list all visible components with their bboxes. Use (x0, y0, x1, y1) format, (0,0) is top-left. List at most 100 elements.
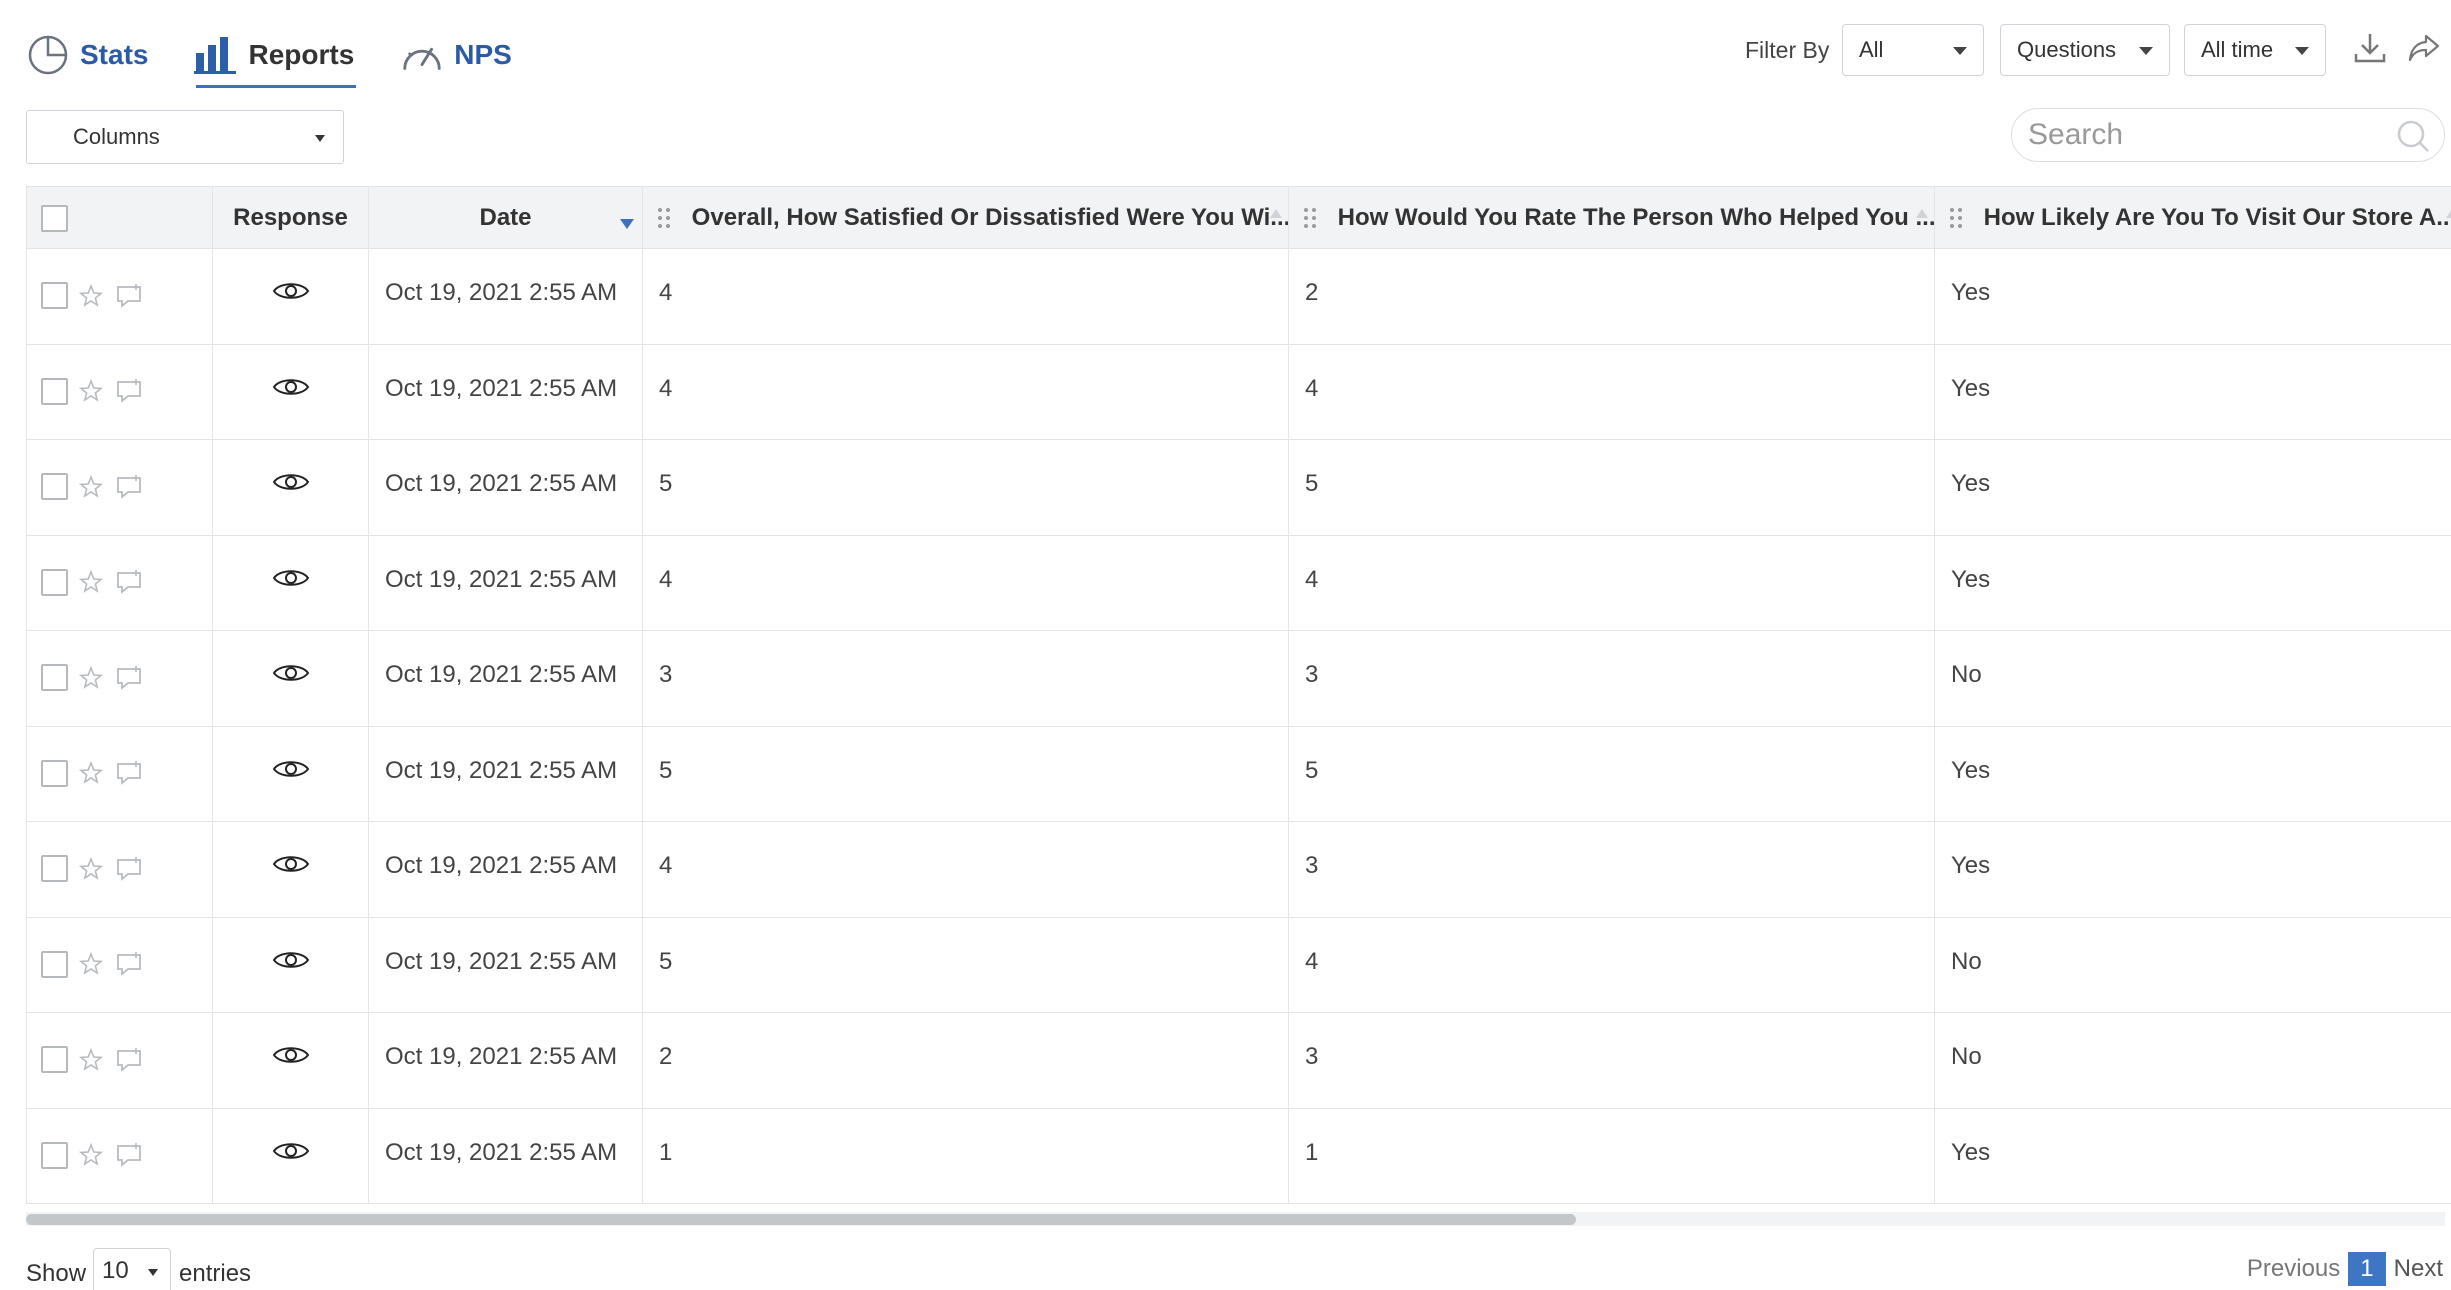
eye-icon[interactable] (272, 566, 310, 590)
share-button[interactable] (2404, 28, 2444, 68)
questions-filter-select[interactable]: Questions (2000, 24, 2170, 76)
scrollbar-thumb[interactable] (26, 1214, 1576, 1225)
date-column-header[interactable]: Date (368, 186, 643, 249)
star-icon[interactable] (78, 569, 104, 595)
star-icon[interactable] (78, 951, 104, 977)
search-box (2011, 108, 2445, 162)
time-range-select[interactable]: All time (2184, 24, 2326, 76)
star-icon[interactable] (78, 1047, 104, 1073)
row-checkbox[interactable] (41, 568, 68, 596)
comment-icon[interactable] (114, 760, 144, 786)
tab-nps[interactable]: NPS (400, 22, 512, 88)
entries-label: entries (179, 1260, 252, 1287)
date-cell: Oct 19, 2021 2:55 AM (368, 725, 643, 822)
columns-select[interactable]: Columns (26, 110, 344, 164)
comment-icon[interactable] (114, 951, 144, 977)
tab-stats[interactable]: Stats (26, 22, 148, 88)
response-filter-select[interactable]: All (1842, 24, 1984, 76)
chevron-down-icon (148, 1269, 158, 1276)
responses-table-container: Response Date Overall, How Satisfied Or … (26, 186, 2451, 1206)
comment-icon[interactable] (114, 665, 144, 691)
eye-icon[interactable] (272, 279, 310, 303)
q3-column-header[interactable]: How Likely Are You To Visit Our Store A.… (1934, 186, 2451, 249)
star-icon[interactable] (78, 760, 104, 786)
eye-icon[interactable] (272, 852, 310, 876)
chevron-down-icon (2295, 47, 2309, 55)
row-actions (26, 343, 213, 440)
comment-icon[interactable] (114, 474, 144, 500)
eye-icon[interactable] (272, 948, 310, 972)
comment-icon[interactable] (114, 378, 144, 404)
date-cell: Oct 19, 2021 2:55 AM (368, 248, 643, 345)
comment-icon[interactable] (114, 1142, 144, 1168)
table-header-row: Response Date Overall, How Satisfied Or … (26, 186, 2451, 249)
row-checkbox[interactable] (41, 950, 68, 978)
row-checkbox[interactable] (41, 759, 68, 787)
table-row: Oct 19, 2021 2:55 AM 5 4 No (26, 916, 2451, 1013)
row-checkbox[interactable] (41, 377, 68, 405)
view-response-cell (212, 1107, 369, 1204)
select-all-checkbox[interactable] (41, 204, 68, 232)
q2-cell: 4 (1288, 343, 1935, 440)
eye-icon[interactable] (272, 470, 310, 494)
star-icon[interactable] (78, 856, 104, 882)
drag-handle-icon[interactable] (1303, 207, 1317, 229)
comment-icon[interactable] (114, 1047, 144, 1073)
star-icon[interactable] (78, 474, 104, 500)
tab-reports[interactable]: Reports (194, 22, 357, 88)
previous-page-button[interactable]: Previous (2247, 1255, 2340, 1283)
eye-icon[interactable] (272, 757, 310, 781)
questions-filter-value: Questions (2017, 37, 2117, 62)
download-button[interactable] (2350, 28, 2390, 68)
report-tabs: Stats Reports NPS (26, 22, 558, 88)
row-checkbox[interactable] (41, 855, 68, 883)
chevron-down-icon (315, 135, 325, 142)
search-icon[interactable] (2396, 119, 2430, 153)
eye-icon[interactable] (272, 1043, 310, 1067)
sort-icon (1270, 209, 1282, 218)
date-cell: Oct 19, 2021 2:55 AM (368, 343, 643, 440)
drag-handle-icon[interactable] (1949, 207, 1963, 229)
q2-cell: 3 (1288, 821, 1935, 918)
row-checkbox[interactable] (41, 664, 68, 692)
page-length-value: 10 (102, 1257, 129, 1284)
row-checkbox[interactable] (41, 282, 68, 310)
star-icon[interactable] (78, 283, 104, 309)
q1-column-header[interactable]: Overall, How Satisfied Or Dissatisfied W… (642, 186, 1289, 249)
page-1-button[interactable]: 1 (2348, 1252, 2386, 1286)
q2-cell: 2 (1288, 248, 1935, 345)
comment-icon[interactable] (114, 569, 144, 595)
page-length-select[interactable]: 10 (93, 1248, 171, 1290)
q2-cell: 4 (1288, 916, 1935, 1013)
comment-icon[interactable] (114, 856, 144, 882)
q2-column-header[interactable]: How Would You Rate The Person Who Helped… (1288, 186, 1935, 249)
q3-cell: No (1934, 916, 2451, 1013)
q2-header-label: How Would You Rate The Person Who Helped… (1337, 203, 1935, 231)
next-page-button[interactable]: Next (2394, 1255, 2443, 1283)
eye-icon[interactable] (272, 375, 310, 399)
star-icon[interactable] (78, 665, 104, 691)
star-icon[interactable] (78, 1142, 104, 1168)
horizontal-scrollbar[interactable] (26, 1212, 2445, 1226)
star-icon[interactable] (78, 378, 104, 404)
gauge-icon (400, 33, 444, 77)
row-checkbox[interactable] (41, 473, 68, 501)
sort-icon (2446, 209, 2451, 218)
search-input[interactable] (2028, 117, 2388, 153)
date-cell: Oct 19, 2021 2:55 AM (368, 1012, 643, 1109)
comment-icon[interactable] (114, 283, 144, 309)
q3-header-label: How Likely Are You To Visit Our Store A.… (1983, 203, 2451, 231)
eye-icon[interactable] (272, 1139, 310, 1163)
response-column-header[interactable]: Response (212, 186, 369, 249)
q1-cell: 3 (642, 630, 1289, 727)
view-response-cell (212, 248, 369, 345)
row-actions (26, 1012, 213, 1109)
row-actions (26, 630, 213, 727)
eye-icon[interactable] (272, 661, 310, 685)
row-checkbox[interactable] (41, 1141, 68, 1169)
drag-handle-icon[interactable] (657, 207, 671, 229)
view-response-cell (212, 439, 369, 536)
row-checkbox[interactable] (41, 1046, 68, 1074)
q3-cell: No (1934, 1012, 2451, 1109)
q2-cell: 4 (1288, 534, 1935, 631)
